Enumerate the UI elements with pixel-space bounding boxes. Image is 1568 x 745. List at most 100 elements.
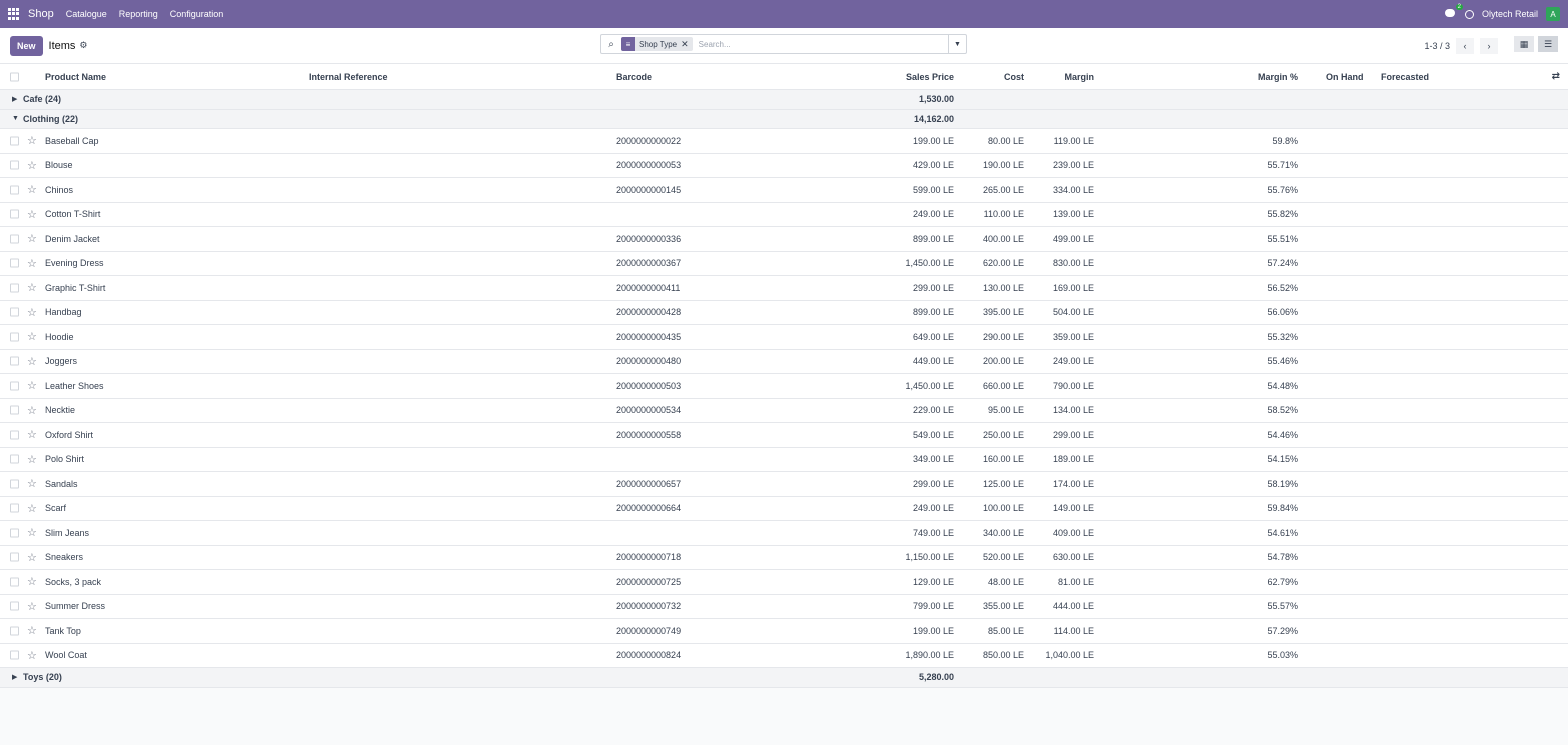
cost[interactable]: 190.00 LE xyxy=(983,154,1024,178)
user-avatar[interactable]: A xyxy=(1546,7,1560,21)
table-row[interactable]: ☆ Wool Coat 2000000000824 1,890.00 LE 850.00… xyxy=(0,644,1568,668)
barcode[interactable]: 2000000000534 xyxy=(616,399,681,423)
sales-price[interactable]: 449.00 LE xyxy=(913,350,954,374)
barcode[interactable]: 2000000000435 xyxy=(616,325,681,349)
pager-next-icon[interactable]: › xyxy=(1480,38,1498,54)
favorite-star-icon[interactable]: ☆ xyxy=(27,301,37,325)
favorite-star-icon[interactable]: ☆ xyxy=(27,178,37,202)
favorite-star-icon[interactable]: ☆ xyxy=(27,521,37,545)
cost[interactable]: 290.00 LE xyxy=(983,325,1024,349)
caret-right-icon[interactable]: ▶ xyxy=(12,668,17,687)
table-row[interactable]: ☆ Oxford Shirt 2000000000558 549.00 LE 250.0… xyxy=(0,423,1568,448)
product-name[interactable]: Socks, 3 pack xyxy=(45,570,101,594)
sales-price[interactable]: 199.00 LE xyxy=(913,619,954,643)
barcode[interactable]: 2000000000732 xyxy=(616,595,681,619)
group-row[interactable]: ▼ Clothing (22) 14,162.00 xyxy=(0,109,1568,129)
margin-percent[interactable]: 55.57% xyxy=(1267,595,1298,619)
group-label[interactable]: Cafe (24) xyxy=(23,90,61,109)
row-checkbox[interactable] xyxy=(10,307,19,317)
cost[interactable]: 250.00 LE xyxy=(983,423,1024,447)
favorite-star-icon[interactable]: ☆ xyxy=(27,546,37,570)
table-row[interactable]: ☆ Evening Dress 2000000000367 1,450.00 LE 62… xyxy=(0,252,1568,276)
table-row[interactable]: ☆ Cotton T-Shirt 249.00 LE 110.00 LE 139.00 … xyxy=(0,203,1568,227)
product-name[interactable]: Sneakers xyxy=(45,546,83,570)
row-checkbox[interactable] xyxy=(10,209,19,219)
row-checkbox[interactable] xyxy=(10,258,19,268)
favorite-star-icon[interactable]: ☆ xyxy=(27,227,37,251)
pager-value[interactable]: 1-3 / 3 xyxy=(1424,41,1450,51)
product-name[interactable]: Denim Jacket xyxy=(45,227,100,251)
row-checkbox[interactable] xyxy=(10,405,19,415)
favorite-star-icon[interactable]: ☆ xyxy=(27,570,37,594)
cost[interactable]: 340.00 LE xyxy=(983,521,1024,545)
margin[interactable]: 149.00 LE xyxy=(1053,497,1094,521)
cost[interactable]: 125.00 LE xyxy=(983,472,1024,496)
margin[interactable]: 81.00 LE xyxy=(1058,570,1094,594)
margin-percent[interactable]: 58.19% xyxy=(1267,472,1298,496)
barcode[interactable]: 2000000000718 xyxy=(616,546,681,570)
margin[interactable]: 134.00 LE xyxy=(1053,399,1094,423)
margin-percent[interactable]: 55.51% xyxy=(1267,227,1298,251)
table-row[interactable]: ☆ Socks, 3 pack 2000000000725 129.00 LE 48.0… xyxy=(0,570,1568,595)
barcode[interactable]: 2000000000558 xyxy=(616,423,681,447)
menu-catalogue[interactable]: Catalogue xyxy=(66,9,107,19)
barcode[interactable]: 2000000000657 xyxy=(616,472,681,496)
cost[interactable]: 85.00 LE xyxy=(988,619,1024,643)
group-label[interactable]: Clothing (22) xyxy=(23,110,78,129)
company-switcher[interactable]: Olytech Retail xyxy=(1482,9,1538,19)
favorite-star-icon[interactable]: ☆ xyxy=(27,374,37,398)
product-name[interactable]: Cotton T-Shirt xyxy=(45,203,100,227)
margin[interactable]: 1,040.00 LE xyxy=(1045,644,1094,668)
caret-right-icon[interactable]: ▶ xyxy=(12,90,17,109)
sales-price[interactable]: 299.00 LE xyxy=(913,276,954,300)
cost[interactable]: 265.00 LE xyxy=(983,178,1024,202)
group-row[interactable]: ▶ Cafe (24) 1,530.00 xyxy=(0,90,1568,110)
col-cost[interactable]: Cost xyxy=(1004,64,1024,89)
table-row[interactable]: ☆ Chinos 2000000000145 599.00 LE 265.00 LE 33… xyxy=(0,178,1568,203)
margin[interactable]: 119.00 LE xyxy=(1054,129,1094,153)
margin-percent[interactable]: 55.76% xyxy=(1267,178,1298,202)
select-all-checkbox[interactable] xyxy=(10,72,19,81)
group-row[interactable]: ▶ Toys (20) 5,280.00 xyxy=(0,668,1568,688)
barcode[interactable]: 2000000000749 xyxy=(616,619,681,643)
row-checkbox[interactable] xyxy=(10,332,19,342)
row-checkbox[interactable] xyxy=(10,430,19,440)
cost[interactable]: 95.00 LE xyxy=(988,399,1024,423)
product-name[interactable]: Scarf xyxy=(45,497,66,521)
cost[interactable]: 130.00 LE xyxy=(983,276,1024,300)
margin[interactable]: 504.00 LE xyxy=(1053,301,1094,325)
row-checkbox[interactable] xyxy=(10,503,19,513)
table-row[interactable]: ☆ Leather Shoes 2000000000503 1,450.00 LE 66… xyxy=(0,374,1568,399)
margin-percent[interactable]: 55.03% xyxy=(1267,644,1298,668)
cost[interactable]: 660.00 LE xyxy=(983,374,1024,398)
margin-percent[interactable]: 54.78% xyxy=(1267,546,1298,570)
row-checkbox[interactable] xyxy=(10,160,19,170)
product-name[interactable]: Blouse xyxy=(45,154,73,178)
row-checkbox[interactable] xyxy=(10,185,19,195)
margin-percent[interactable]: 54.61% xyxy=(1267,521,1298,545)
table-row[interactable]: ☆ Summer Dress 2000000000732 799.00 LE 355.0… xyxy=(0,595,1568,619)
sales-price[interactable]: 899.00 LE xyxy=(913,301,954,325)
favorite-star-icon[interactable]: ☆ xyxy=(27,350,37,374)
col-product-name[interactable]: Product Name xyxy=(45,64,106,89)
margin[interactable]: 169.00 LE xyxy=(1053,276,1094,300)
activity-clock-icon[interactable] xyxy=(1464,9,1474,19)
barcode[interactable]: 2000000000053 xyxy=(616,154,681,178)
barcode[interactable]: 2000000000725 xyxy=(616,570,681,594)
margin[interactable]: 249.00 LE xyxy=(1053,350,1094,374)
sales-price[interactable]: 349.00 LE xyxy=(913,448,954,472)
sales-price[interactable]: 229.00 LE xyxy=(913,399,954,423)
kanban-view-icon[interactable]: ▦ xyxy=(1514,36,1534,52)
barcode[interactable]: 2000000000145 xyxy=(616,178,681,202)
chat-icon[interactable]: 2 xyxy=(1444,4,1463,19)
cost[interactable]: 200.00 LE xyxy=(983,350,1024,374)
sales-price[interactable]: 1,450.00 LE xyxy=(905,374,954,398)
margin[interactable]: 444.00 LE xyxy=(1053,595,1094,619)
barcode[interactable]: 2000000000411 xyxy=(616,276,680,300)
margin[interactable]: 189.00 LE xyxy=(1053,448,1094,472)
col-margin-percent[interactable]: Margin % xyxy=(1258,64,1298,89)
sales-price[interactable]: 599.00 LE xyxy=(913,178,954,202)
col-margin[interactable]: Margin xyxy=(1064,64,1094,89)
col-forecasted[interactable]: Forecasted xyxy=(1381,64,1429,89)
cost[interactable]: 400.00 LE xyxy=(983,227,1024,251)
